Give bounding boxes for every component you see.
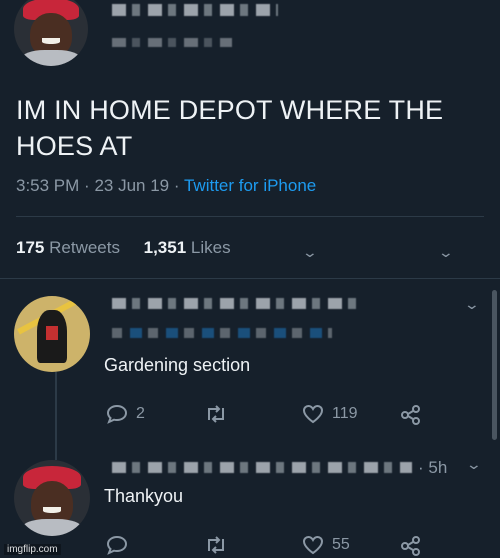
thread-connector xyxy=(55,372,57,460)
retweet-icon xyxy=(208,536,224,554)
reply-to-redacted xyxy=(112,328,332,338)
retweet-icon xyxy=(208,405,224,423)
tweet-date: 23 Jun 19 xyxy=(94,176,170,195)
reply-name-redacted xyxy=(112,462,412,473)
author-avatar[interactable] xyxy=(14,0,88,66)
like-button[interactable]: 55 xyxy=(302,535,350,555)
tweet-meta: 3:53 PM · 23 Jun 19 · Twitter for iPhone xyxy=(16,176,316,196)
like-button[interactable]: 119 xyxy=(302,404,358,424)
author-reply-avatar[interactable] xyxy=(14,460,90,536)
share-button[interactable] xyxy=(400,535,422,557)
chevron-down-icon[interactable]: ⌄ xyxy=(302,244,318,261)
tweet-stats: 175 Retweets 1,351 Likes xyxy=(16,238,231,258)
retweets-stat[interactable]: 175 Retweets xyxy=(16,238,120,257)
heart-icon xyxy=(302,404,324,424)
tweet-text: IM IN HOME DEPOT WHERE THE HOES AT xyxy=(16,95,444,161)
divider xyxy=(0,278,500,279)
reply-icon xyxy=(106,404,128,424)
reply-button[interactable] xyxy=(106,535,128,555)
chevron-down-icon[interactable]: ⌄ xyxy=(464,296,480,313)
reply-button[interactable]: 2 xyxy=(106,404,145,424)
meta-separator: · xyxy=(173,176,180,195)
heart-icon xyxy=(302,535,324,555)
retweet-button[interactable] xyxy=(204,535,228,555)
retweet-button[interactable] xyxy=(204,404,228,424)
share-icon xyxy=(401,405,420,425)
chevron-down-icon[interactable]: ⌄ xyxy=(466,456,482,473)
watermark: imgflip.com xyxy=(4,544,61,555)
scrollbar[interactable] xyxy=(492,290,497,440)
reply-text: Gardening section xyxy=(104,355,251,375)
reply-icon xyxy=(106,535,128,555)
likes-stat[interactable]: 1,351 Likes xyxy=(144,238,231,257)
chevron-down-icon[interactable]: ⌄ xyxy=(438,244,454,261)
meta-separator: · xyxy=(84,176,90,195)
share-icon xyxy=(401,536,420,556)
reply-text: Thankyou xyxy=(104,486,184,506)
tweet-time: 3:53 PM xyxy=(16,176,80,195)
share-button[interactable] xyxy=(400,404,422,426)
tweet-source-link[interactable]: Twitter for iPhone xyxy=(184,176,316,195)
author-name-redacted xyxy=(112,4,278,16)
author-handle-redacted xyxy=(112,38,232,47)
reply-name-redacted xyxy=(112,298,362,309)
reply-avatar[interactable] xyxy=(14,296,90,372)
divider xyxy=(16,216,484,217)
reply-timestamp: · 5h xyxy=(418,458,448,477)
